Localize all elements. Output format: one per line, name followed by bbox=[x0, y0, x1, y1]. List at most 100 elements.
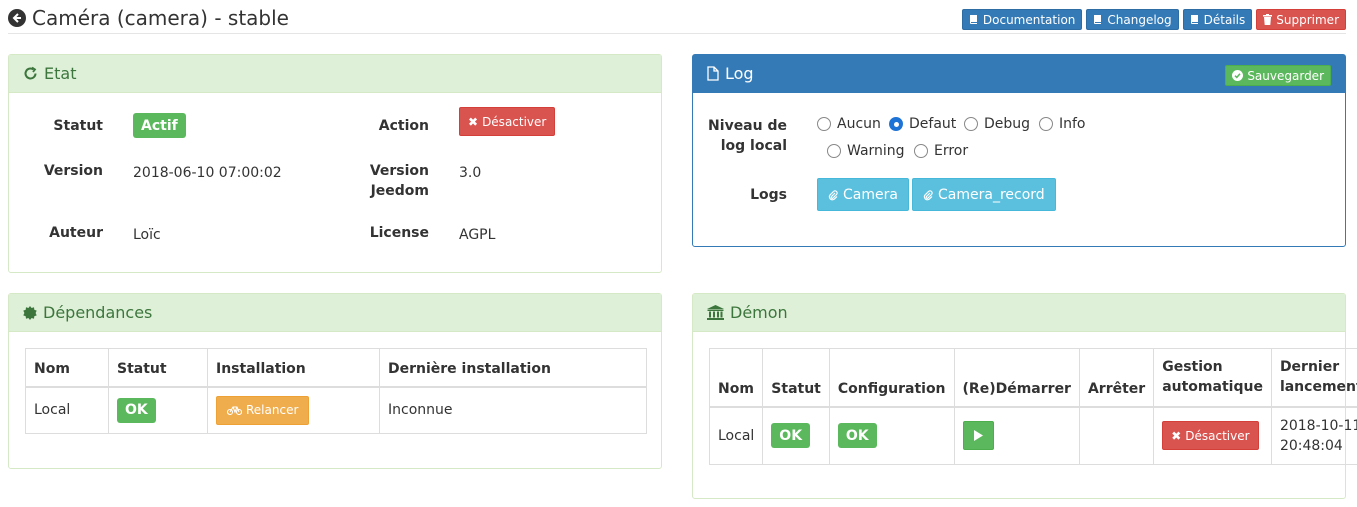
changelog-label: Changelog bbox=[1107, 12, 1172, 27]
column-header: Installation bbox=[207, 348, 380, 388]
relancer-label: Relancer bbox=[246, 403, 299, 418]
table-header-row: Nom Statut Installation Dernière install… bbox=[25, 348, 647, 388]
etat-heading: Etat bbox=[9, 55, 661, 93]
demon-dernier-cell: 2018-10-11 20:48:04 bbox=[1270, 406, 1357, 465]
demon-configuration-badge: OK bbox=[837, 423, 877, 449]
check-circle-icon bbox=[1232, 70, 1244, 81]
log-camera-record-button[interactable]: Camera_record bbox=[912, 178, 1056, 211]
radio-label: Aucun bbox=[837, 116, 881, 132]
radio-circle[interactable] bbox=[914, 144, 928, 158]
demon-heading: Démon bbox=[693, 294, 1345, 332]
radio-label: Defaut bbox=[909, 116, 957, 132]
logs-label: Logs bbox=[750, 187, 787, 203]
column-header: Statut bbox=[108, 348, 208, 388]
trash-icon bbox=[1263, 14, 1273, 25]
radio-circle[interactable] bbox=[817, 117, 831, 131]
radio-aucun[interactable]: Aucun bbox=[817, 116, 881, 132]
start-button[interactable] bbox=[962, 421, 994, 451]
radio-label: Warning bbox=[847, 143, 905, 159]
save-button[interactable]: Sauvegarder bbox=[1225, 65, 1331, 86]
radio-circle-checked[interactable] bbox=[889, 117, 903, 131]
dep-installation-cell: Relancer bbox=[207, 386, 380, 434]
radio-debug[interactable]: Debug bbox=[964, 116, 1030, 132]
radio-info[interactable]: Info bbox=[1039, 116, 1086, 132]
page-title: Caméra (camera) - stable bbox=[32, 6, 289, 30]
desactiver-label: Désactiver bbox=[482, 114, 547, 129]
log-camera-record-label: Camera_record bbox=[938, 186, 1045, 203]
version-value: 2018-06-10 07:00:02 bbox=[133, 165, 282, 181]
radio-label: Info bbox=[1059, 116, 1086, 132]
action-label: Action bbox=[378, 118, 429, 134]
gestion-desactiver-button[interactable]: ✖ Désactiver bbox=[1162, 421, 1259, 451]
paperclip-icon bbox=[828, 189, 838, 200]
table-row: Local OK OK ✖ Désactiver 2018-10-11 20:4… bbox=[708, 406, 1357, 465]
column-header: Nom bbox=[708, 348, 764, 408]
delete-label: Supprimer bbox=[1276, 12, 1339, 27]
save-label: Sauvegarder bbox=[1247, 68, 1324, 83]
etat-panel: Etat Statut Actif Action ✖ Désactiver Ve… bbox=[8, 54, 662, 273]
column-header: Dernier lancement bbox=[1270, 348, 1357, 408]
details-label: Détails bbox=[1203, 12, 1246, 27]
bank-icon bbox=[707, 305, 724, 320]
radio-defaut[interactable]: Defaut bbox=[889, 116, 956, 132]
dependances-panel: Dépendances Nom Statut Installation Dern… bbox=[8, 293, 662, 469]
relancer-button[interactable]: Relancer bbox=[216, 395, 310, 425]
play-icon bbox=[974, 430, 984, 442]
version-jeedom-value: 3.0 bbox=[459, 165, 482, 181]
radio-circle[interactable] bbox=[964, 117, 978, 131]
demon-panel: Démon Nom Statut Configuration (Re)Démar… bbox=[692, 293, 1357, 499]
gestion-desactiver-label: Désactiver bbox=[1185, 428, 1250, 443]
version-jeedom-label-2: Jeedom bbox=[370, 183, 429, 199]
niveau-label-1: Niveau de bbox=[708, 118, 787, 134]
license-label: License bbox=[369, 225, 429, 241]
changelog-button[interactable]: Changelog bbox=[1086, 9, 1179, 30]
radio-label: Debug bbox=[984, 116, 1031, 132]
dernier-time: 20:48:04 bbox=[1279, 437, 1343, 454]
documentation-label: Documentation bbox=[982, 12, 1076, 27]
column-header: Dernière installation bbox=[379, 348, 647, 388]
close-icon: ✖ bbox=[468, 114, 479, 129]
demon-nom: Local bbox=[708, 406, 764, 465]
dependances-table: Nom Statut Installation Dernière install… bbox=[25, 348, 647, 434]
radio-circle[interactable] bbox=[1039, 117, 1053, 131]
log-camera-button[interactable]: Camera bbox=[817, 178, 909, 211]
demon-statut-cell: OK bbox=[762, 406, 830, 465]
paperclip-icon bbox=[923, 189, 933, 200]
license-value: AGPL bbox=[459, 227, 496, 243]
radio-circle[interactable] bbox=[827, 144, 841, 158]
demon-demarrer-cell bbox=[953, 406, 1080, 465]
auteur-value: Loïc bbox=[133, 227, 161, 243]
column-header: Arrêter bbox=[1078, 348, 1155, 408]
radio-error[interactable]: Error bbox=[914, 143, 968, 159]
details-button[interactable]: Détails bbox=[1182, 9, 1253, 30]
demon-configuration-cell: OK bbox=[828, 406, 955, 465]
documentation-button[interactable]: Documentation bbox=[961, 9, 1083, 30]
dep-statut-badge: OK bbox=[117, 397, 156, 423]
demon-gestion-cell: ✖ Désactiver bbox=[1153, 406, 1272, 465]
table-row: Local OK Relancer Inconnue bbox=[25, 386, 647, 434]
delete-button[interactable]: Supprimer bbox=[1256, 9, 1346, 30]
dep-statut-cell: OK bbox=[108, 386, 208, 434]
back-arrow-icon[interactable] bbox=[8, 9, 26, 27]
statut-value: Actif bbox=[133, 113, 186, 138]
radio-warning[interactable]: Warning bbox=[827, 143, 905, 159]
version-label: Version bbox=[43, 163, 103, 179]
column-header: Nom bbox=[25, 348, 109, 388]
auteur-label: Auteur bbox=[49, 225, 103, 241]
etat-title: Etat bbox=[44, 63, 77, 83]
demon-arreter-cell bbox=[1078, 406, 1155, 465]
header-buttons: Documentation Changelog Détails Supprime… bbox=[961, 9, 1346, 30]
book-icon bbox=[1190, 15, 1198, 24]
radio-label: Error bbox=[934, 143, 969, 159]
statut-label: Statut bbox=[53, 118, 103, 134]
book-icon bbox=[969, 15, 977, 24]
column-header: (Re)Démarrer bbox=[953, 348, 1080, 408]
table-header-row: Nom Statut Configuration (Re)Démarrer Ar… bbox=[708, 348, 1357, 408]
dependances-title: Dépendances bbox=[43, 302, 153, 322]
bicycle-icon bbox=[227, 406, 242, 416]
demon-title: Démon bbox=[730, 302, 788, 322]
close-icon: ✖ bbox=[1171, 428, 1182, 443]
desactiver-button[interactable]: ✖ Désactiver bbox=[459, 107, 556, 136]
file-icon bbox=[707, 66, 719, 81]
certificate-icon bbox=[23, 305, 37, 320]
